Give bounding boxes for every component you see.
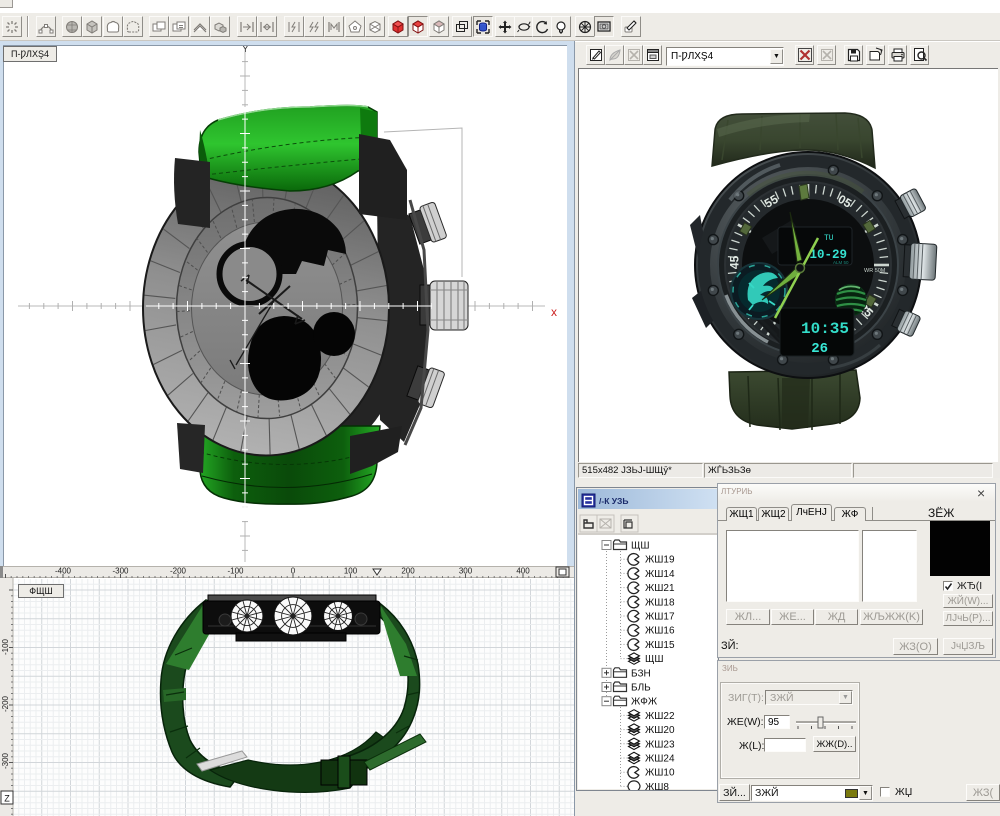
svg-text:Z: Z — [4, 794, 10, 804]
svg-text:ЖШ10: ЖШ10 — [645, 768, 675, 779]
svg-text:ЖШ21: ЖШ21 — [645, 583, 675, 594]
svg-text:-200: -200 — [1, 695, 10, 712]
svg-text:-100: -100 — [1, 638, 10, 655]
svg-text:ЖШ24: ЖШ24 — [645, 754, 675, 765]
svg-text:ЖШ20: ЖШ20 — [645, 725, 675, 736]
svg-text:ЖШ23: ЖШ23 — [645, 739, 675, 750]
svg-text:WR 50M: WR 50M — [864, 268, 886, 274]
svg-text:БЗН: БЗН — [631, 668, 651, 679]
svg-text:x: x — [551, 305, 557, 319]
svg-text:ЖШ8: ЖШ8 — [645, 782, 669, 790]
svg-text:Y: Y — [242, 46, 249, 55]
svg-text:ЖШ22: ЖШ22 — [645, 711, 675, 722]
svg-text:ЖШ18: ЖШ18 — [645, 597, 675, 608]
svg-text:10:35: 10:35 — [801, 320, 849, 338]
svg-text:/-К УЗЬ: /-К УЗЬ — [599, 496, 628, 506]
svg-text:TU: TU — [824, 234, 834, 243]
svg-text:БЛЬ: БЛЬ — [631, 683, 651, 694]
svg-text:ЩШ: ЩШ — [645, 654, 664, 665]
svg-text:ЩШ: ЩШ — [631, 541, 650, 552]
svg-text:ЖШ15: ЖШ15 — [645, 640, 675, 651]
svg-text:26: 26 — [811, 341, 828, 357]
svg-text:ЖФЖ: ЖФЖ — [631, 697, 658, 708]
svg-text:45: 45 — [728, 255, 742, 269]
svg-text:ЖШ19: ЖШ19 — [645, 555, 675, 566]
svg-text:ЖШ14: ЖШ14 — [645, 569, 675, 580]
svg-text:ЖШ17: ЖШ17 — [645, 612, 675, 623]
svg-text:-300: -300 — [1, 752, 10, 769]
svg-text:ALM 50: ALM 50 — [833, 260, 849, 265]
svg-text:ЖШ16: ЖШ16 — [645, 626, 675, 637]
